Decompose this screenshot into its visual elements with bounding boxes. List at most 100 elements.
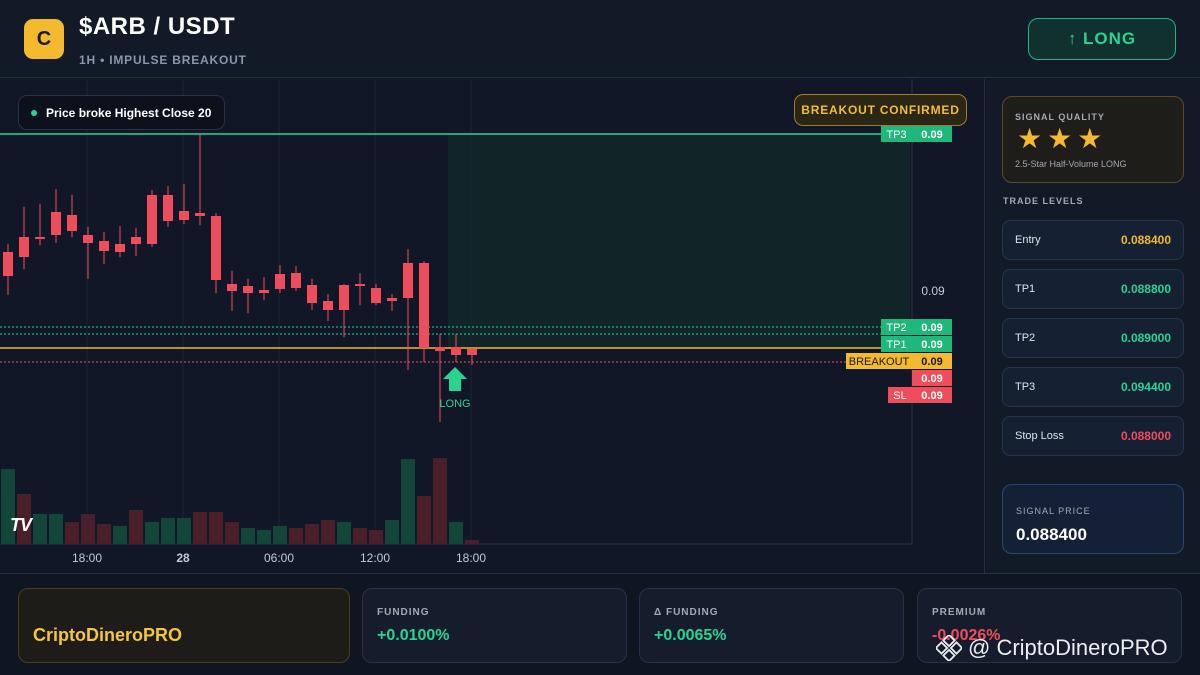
candle-body (131, 237, 141, 244)
signal-sidebar: SIGNAL QUALITY ★ ★ ★ 2.5-Star Half-Volum… (986, 79, 1200, 573)
breakout-status-text: Price broke Highest Close 20 (46, 105, 212, 120)
candle-body (467, 349, 477, 355)
volume-bar (81, 514, 95, 544)
candle-body (435, 347, 445, 351)
profit-zone (448, 134, 910, 348)
volume-bar (177, 518, 191, 544)
stat-label: FUNDING (377, 607, 430, 618)
stat-value: +0.0100% (377, 627, 450, 644)
breakout-confirmed-badge: BREAKOUT CONFIRMED (794, 94, 967, 126)
candle-body (339, 285, 349, 310)
candle-body (243, 286, 253, 293)
level-tag-value: 0.09 (921, 322, 942, 334)
candle-body (323, 301, 333, 310)
long-button[interactable]: ↑ LONG (1028, 18, 1176, 60)
candle-body (227, 284, 237, 291)
level-tag-name: TP2 (886, 322, 906, 334)
volume-bar (465, 540, 479, 544)
candle-body (163, 195, 173, 221)
volume-bar (225, 522, 239, 544)
candle-body (451, 347, 461, 355)
candle-body (371, 288, 381, 303)
time-axis-label: 28 (176, 551, 190, 565)
volume-bar (129, 510, 143, 544)
level-name: Entry (1015, 234, 1041, 246)
header: C $ARB / USDT 1H • IMPULSE BREAKOUT ↑ LO… (0, 0, 1200, 78)
volume-bar (65, 522, 79, 544)
level-tag-name: SL (893, 390, 906, 402)
level-entry: Entry 0.088400 (1002, 220, 1184, 260)
level-tp2: TP2 0.089000 (1002, 318, 1184, 358)
level-tag-name: TP1 (886, 339, 906, 351)
delta-funding-card: Δ FUNDING +0.0065% (639, 588, 904, 663)
candle-body (115, 244, 125, 252)
time-axis-label: 06:00 (264, 551, 294, 565)
tradingview-logo-icon[interactable]: TV (10, 515, 32, 536)
candle-body (355, 284, 365, 286)
level-value: 0.094400 (1120, 380, 1171, 394)
candle-body (35, 237, 45, 239)
candle-body (307, 285, 317, 303)
price-chart[interactable]: LONG 18:00 28 06:00 12:00 18:00 0.09 0.09 TP3 0.0… (0, 79, 985, 573)
volume-bar (401, 459, 415, 544)
volume-bar (257, 530, 271, 544)
time-axis-label: 18:00 (72, 551, 102, 565)
candle-body (387, 298, 397, 301)
stat-label: Δ FUNDING (654, 607, 719, 618)
level-tag-name: TP3 (886, 129, 906, 141)
breakout-status-badge: Price broke Highest Close 20 (18, 95, 226, 130)
volume-bar (49, 514, 63, 544)
signal-price-card: SIGNAL PRICE 0.088400 (1002, 484, 1184, 554)
volume-bar (97, 524, 111, 544)
candle-body (19, 237, 29, 257)
app-logo: C (24, 19, 64, 59)
time-axis-label: 18:00 (456, 551, 486, 565)
volume-bar (385, 520, 399, 544)
signal-quality-description: 2.5-Star Half-Volume LONG (1015, 159, 1127, 169)
volume-bar (209, 512, 223, 544)
volume-bar (289, 528, 303, 544)
time-axis-label: 12:00 (360, 551, 390, 565)
level-value: 0.088400 (1120, 233, 1171, 247)
volume-bar (321, 520, 335, 544)
candle-body (147, 195, 157, 244)
level-tag-value: 0.09 (921, 373, 942, 385)
star-rating: ★ ★ ★ (1017, 125, 1102, 153)
volume-bar (145, 522, 159, 544)
level-tag-value: 0.09 (921, 129, 942, 141)
long-arrow-icon (443, 367, 467, 391)
level-value: 0.089000 (1120, 331, 1171, 345)
volume-bar (273, 526, 287, 544)
funding-card: FUNDING +0.0100% (362, 588, 627, 663)
volume-bar (353, 528, 367, 544)
signal-price-label: SIGNAL PRICE (1016, 506, 1091, 516)
star-icon: ★ (1077, 123, 1103, 154)
volume-bar (449, 522, 463, 544)
candle-body (419, 263, 429, 348)
volume-bar (305, 524, 319, 544)
volume-bar (417, 496, 431, 544)
level-tag-value: 0.09 (921, 390, 942, 402)
trade-levels-title: TRADE LEVELS (1003, 196, 1084, 206)
level-name: TP1 (1015, 283, 1036, 295)
level-tag-name: BREAKOUT (849, 356, 910, 368)
candle-body (403, 263, 413, 298)
level-name: Stop Loss (1015, 430, 1064, 442)
star-icon: ★ (1017, 123, 1043, 154)
volume-bar (369, 530, 383, 544)
candle-body (211, 216, 221, 280)
price-axis-label: 0.09 (921, 284, 945, 298)
candle-body (67, 215, 77, 231)
watermark: @ CriptoDineroPRO (936, 635, 1168, 661)
pair-title: $ARB / USDT (79, 13, 236, 40)
candle-body (3, 252, 13, 276)
binance-logo-icon (936, 635, 962, 661)
level-tag-value: 0.09 (921, 356, 942, 368)
level-tag-value: 0.09 (921, 339, 942, 351)
level-value: 0.088000 (1120, 429, 1171, 443)
candle-body (291, 273, 301, 288)
volume-bar (193, 512, 207, 544)
level-tp3: TP3 0.094400 (1002, 367, 1184, 407)
chart-canvas: LONG 18:00 28 06:00 12:00 18:00 0.09 0.09 TP3 0.0… (0, 79, 952, 565)
signal-quality-label: SIGNAL QUALITY (1015, 112, 1105, 122)
